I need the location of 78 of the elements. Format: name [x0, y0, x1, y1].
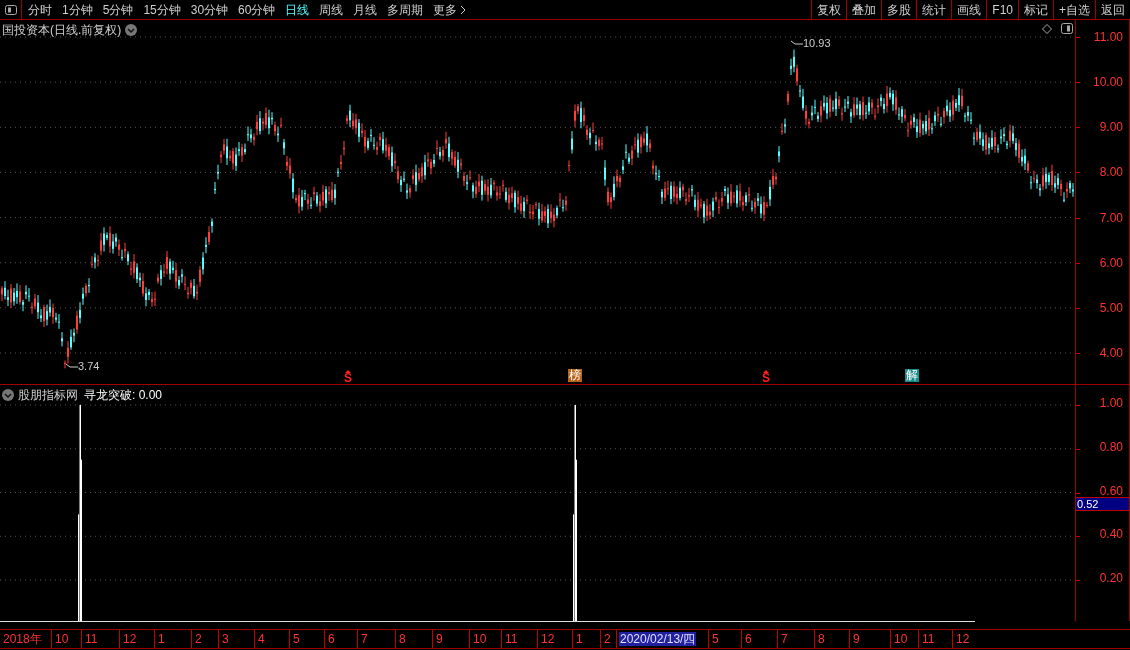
toolbar-button[interactable]: 叠加	[846, 0, 882, 19]
panel-toggle-icon[interactable]	[1061, 23, 1073, 34]
signal-mark: S	[762, 373, 770, 384]
date-label: 7	[780, 632, 789, 646]
chevron-right-icon	[460, 4, 467, 15]
date-label: 11	[504, 632, 519, 646]
axis-label: 0.80	[1099, 441, 1123, 453]
date-label: 5	[292, 632, 301, 646]
date-label: 10	[472, 632, 488, 646]
chevron-down-icon[interactable]	[125, 24, 138, 36]
indicator-source: 股朋指标网	[18, 387, 78, 404]
date-label: 9	[435, 632, 444, 646]
date-label: 8	[398, 632, 407, 646]
date-label: 1	[157, 632, 166, 646]
period-tab[interactable]: 30分钟	[190, 0, 229, 19]
signal-badge: 解	[905, 369, 919, 382]
axis-label: 7.00	[1099, 211, 1123, 224]
date-label: 2	[194, 632, 203, 646]
date-label: 8	[817, 632, 826, 646]
toolbar-button[interactable]: 复权	[811, 0, 847, 19]
toolbar-button[interactable]: 画线	[951, 0, 987, 19]
date-label: 11	[84, 632, 99, 646]
axis-label: 9.00	[1099, 121, 1123, 134]
date-label: 7	[360, 632, 369, 646]
period-tab[interactable]: 月线	[353, 0, 378, 19]
indicator-reading: 寻龙突破: 0.00	[84, 387, 163, 404]
date-label: 2020/02/13/四	[619, 632, 697, 646]
toolbar-button[interactable]: 统计	[916, 0, 952, 19]
period-tab[interactable]: 1分钟	[62, 0, 93, 19]
date-label: 9	[852, 632, 861, 646]
axis-label: 11.00	[1093, 31, 1123, 43]
toolbar-button[interactable]: 标记	[1018, 0, 1053, 19]
date-label: 2018年	[2, 632, 43, 646]
date-label: 1	[575, 632, 584, 646]
up-arrow-icon	[345, 370, 351, 373]
signal-badge: 榜	[568, 369, 582, 382]
toolbar-button[interactable]: 多股	[881, 0, 917, 19]
axis-label: 0.40	[1099, 529, 1123, 541]
diamond-icon[interactable]	[1042, 24, 1052, 34]
date-label: 6	[327, 632, 336, 646]
period-tab[interactable]: 5分钟	[102, 0, 134, 19]
date-label: 6	[744, 632, 753, 646]
date-label: 12	[540, 632, 556, 646]
date-label: 12	[122, 632, 138, 646]
period-tab[interactable]: 60分钟	[238, 0, 276, 19]
period-tab[interactable]: 日线	[285, 0, 310, 19]
period-tab[interactable]: 更多	[433, 0, 467, 19]
date-label: 11	[921, 632, 936, 646]
period-tab[interactable]: 15分钟	[143, 0, 181, 19]
period-tab[interactable]: 周线	[319, 0, 344, 19]
date-label: 4	[257, 632, 266, 646]
toolbar-button[interactable]: F10	[986, 0, 1018, 19]
axis-label: 8.00	[1099, 166, 1123, 179]
chevron-down-icon[interactable]	[2, 389, 14, 401]
toolbar-button[interactable]: 返回	[1095, 0, 1130, 19]
axis-label: 10.00	[1092, 76, 1123, 89]
date-label: 2	[603, 632, 612, 646]
date-label: 5	[711, 632, 720, 646]
date-label: 10	[54, 632, 70, 646]
panel-toggle-icon[interactable]	[4, 4, 17, 15]
chart-title: 国投资本(日线.前复权)	[2, 22, 122, 39]
date-label: 10	[893, 632, 909, 646]
period-tab[interactable]: 多周期	[387, 0, 424, 19]
axis-label: 1.00	[1099, 398, 1123, 409]
axis-label: 5.00	[1099, 301, 1123, 314]
axis-label: 6.00	[1099, 256, 1123, 269]
date-label: 12	[955, 632, 971, 646]
date-label: 3	[221, 632, 230, 646]
period-tab[interactable]: 分时	[28, 0, 52, 19]
axis-label: 4.00	[1099, 346, 1123, 359]
current-value-label: 0.52	[1076, 497, 1129, 511]
toolbar-button[interactable]: +自选	[1053, 0, 1095, 19]
price-label: 10.93	[803, 36, 831, 51]
axis-label: 0.60	[1099, 485, 1123, 497]
axis-label: 0.20	[1099, 573, 1123, 584]
signal-mark: S	[344, 373, 352, 384]
price-label: 3.74	[78, 359, 100, 374]
up-arrow-icon	[763, 370, 769, 373]
